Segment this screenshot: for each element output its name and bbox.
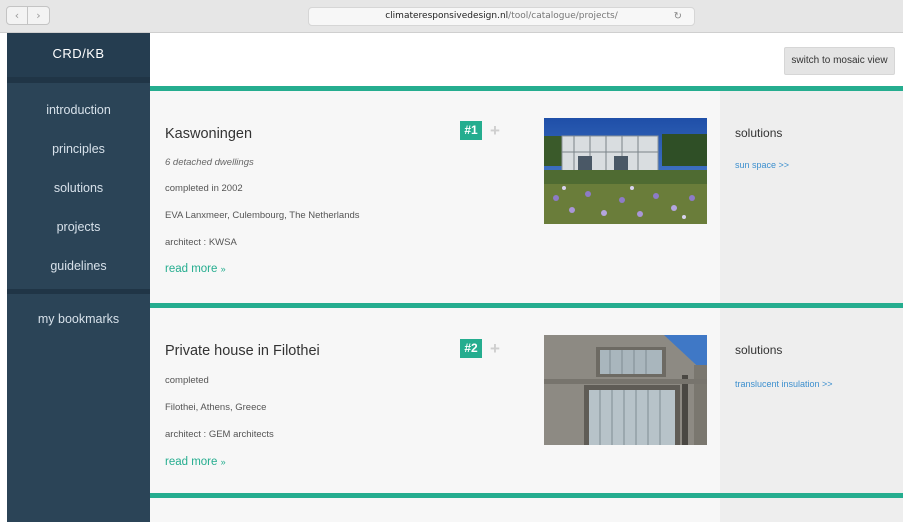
project-title[interactable]: Kaswoningen — [165, 126, 252, 142]
back-button[interactable]: ‹ — [6, 6, 28, 25]
project-card: solutions translucent insulation >> Priv… — [150, 308, 903, 493]
forward-button[interactable]: › — [28, 6, 50, 25]
project-number-badge: #1 — [460, 121, 482, 140]
project-architect: architect : KWSA — [165, 237, 237, 248]
solutions-heading: solutions — [735, 126, 783, 140]
sidebar-nav: introduction principles solutions projec… — [7, 83, 150, 286]
sidebar-item-solutions[interactable]: solutions — [7, 169, 150, 208]
main-content: switch to mosaic view solutions sun spac… — [150, 33, 903, 522]
sidebar-item-bookmarks[interactable]: my bookmarks — [7, 300, 150, 339]
project-location: Filothei, Athens, Greece — [165, 402, 267, 413]
add-bookmark-icon[interactable]: + — [490, 121, 500, 140]
read-more-link[interactable]: read more » — [165, 456, 226, 468]
solutions-panel: solutions sun space >> — [720, 91, 903, 303]
project-title[interactable]: Private house in Filothei — [165, 343, 320, 359]
project-location: EVA Lanxmeer, Culembourg, The Netherland… — [165, 210, 360, 221]
project-photo[interactable] — [544, 335, 707, 445]
project-photo[interactable] — [544, 118, 707, 224]
browser-toolbar: ‹ › climateresponsivedesign.nl/tool/cata… — [0, 0, 903, 33]
read-more-label: read more — [165, 263, 218, 275]
add-bookmark-icon[interactable]: + — [490, 339, 500, 358]
project-subtitle: 6 detached dwellings — [165, 157, 254, 168]
sidebar: CRD/KB introduction principles solutions… — [7, 33, 150, 522]
solution-link[interactable]: translucent insulation >> — [735, 379, 833, 389]
project-number-badge: #2 — [460, 339, 482, 358]
nav-buttons: ‹ › — [6, 6, 52, 26]
url-path: /tool/catalogue/projects/ — [508, 11, 618, 21]
sidebar-divider — [7, 289, 150, 294]
project-completed: completed — [165, 375, 209, 386]
solutions-panel: solutions translucent insulation >> — [720, 308, 903, 493]
project-card — [150, 498, 903, 522]
chevron-right-icon: » — [220, 264, 226, 274]
address-bar[interactable]: climateresponsivedesign.nl/tool/catalogu… — [308, 7, 695, 26]
chevron-right-icon: » — [220, 457, 226, 467]
sidebar-item-principles[interactable]: principles — [7, 130, 150, 169]
solutions-heading: solutions — [735, 343, 783, 357]
solution-link[interactable]: sun space >> — [735, 160, 789, 170]
project-card: solutions sun space >> Kaswoningen 6 det… — [150, 91, 903, 303]
project-architect: architect : GEM architects — [165, 429, 274, 440]
read-more-link[interactable]: read more » — [165, 263, 226, 275]
url-host: climateresponsivedesign.nl — [385, 11, 509, 21]
solutions-panel — [720, 498, 903, 522]
read-more-label: read more — [165, 456, 218, 468]
project-completed: completed in 2002 — [165, 183, 243, 194]
brand-logo[interactable]: CRD/KB — [7, 33, 150, 83]
sidebar-item-projects[interactable]: projects — [7, 208, 150, 247]
sidebar-item-guidelines[interactable]: guidelines — [7, 247, 150, 286]
mosaic-view-button[interactable]: switch to mosaic view — [784, 47, 895, 75]
sidebar-item-introduction[interactable]: introduction — [7, 91, 150, 130]
reload-icon[interactable]: ↻ — [674, 8, 682, 25]
